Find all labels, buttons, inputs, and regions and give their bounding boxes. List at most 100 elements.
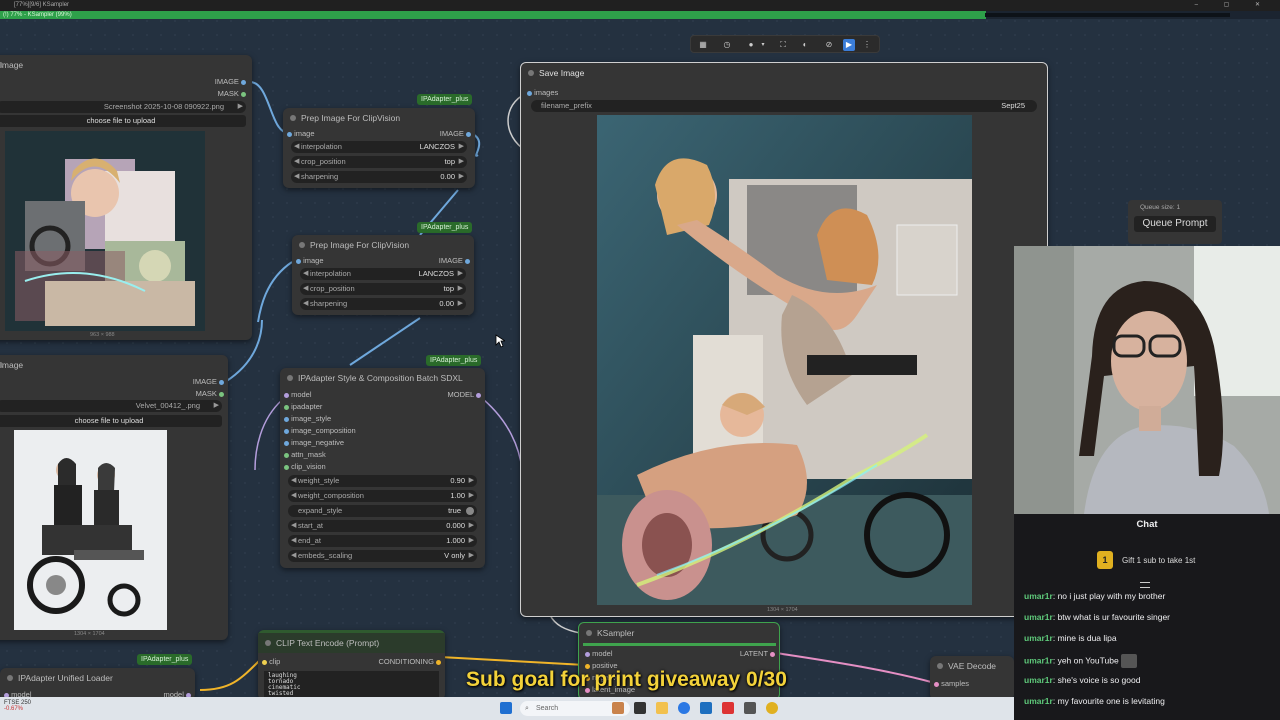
widget-interpolation[interactable]: ◀ interpolation LANCZOS ▶ [300,268,466,280]
arrow-right-icon[interactable]: ▶ [459,141,464,153]
app-icon[interactable] [612,702,624,714]
input-clip[interactable]: clip [262,657,280,666]
arrow-right-icon[interactable]: ▶ [469,550,474,562]
input-model[interactable]: model [585,649,613,658]
input-ipadapter[interactable]: ipadapter [284,402,322,411]
output-mask[interactable]: MASK [196,389,224,398]
input-image-style[interactable]: image_style [284,414,331,423]
arrow-left-icon[interactable]: ◀ [294,156,299,168]
chat-user[interactable]: umar1r [1024,633,1053,643]
arrow-left-icon[interactable]: ◀ [294,171,299,183]
input-images[interactable]: images [527,88,558,97]
output-mask[interactable]: MASK [218,89,246,98]
widget-embeds-scaling[interactable]: ◀ embeds_scaling V only ▶ [288,550,477,562]
load-image-node-1[interactable]: image IMAGE MASK Screenshot 2025-10-08 0… [0,55,252,340]
arrow-right-icon[interactable]: ▶ [214,400,219,412]
arrow-right-icon[interactable]: ▶ [238,101,243,113]
arrow-right-icon[interactable]: ▶ [459,171,464,183]
widget-crop-position[interactable]: ◀ crop_position top ▶ [300,283,466,295]
gift-prompt[interactable]: Gift 1 sub to take 1st [1122,556,1195,565]
file-select[interactable]: Screenshot 2025-10-08 090922.png ▶ [0,101,246,113]
arrow-left-icon[interactable]: ◀ [291,490,296,502]
chat-user[interactable]: umar1r [1024,655,1053,665]
widget-end-at[interactable]: ◀ end_at 1.000 ▶ [288,535,477,547]
arrow-left-icon[interactable]: ◀ [291,550,296,562]
stock-widget[interactable]: FTSE 250 -0.67% [4,700,31,712]
widget-weight-style[interactable]: ◀ weight_style 0.90 ▶ [288,475,477,487]
input-image[interactable]: image [287,129,315,138]
prep-image-node-2[interactable]: Prep Image For ClipVision image IMAGE ◀ i… [292,235,474,315]
calendar-icon[interactable]: ▦ [697,39,709,51]
arrow-right-icon[interactable]: ▶ [459,156,464,168]
input-model[interactable]: model [284,390,312,399]
fit-icon[interactable]: ⛶ [777,39,789,51]
input-image[interactable]: image [296,256,324,265]
block-icon[interactable]: ⊘ [823,39,835,51]
chat-user[interactable]: umar1r [1024,696,1053,706]
output-image[interactable]: IMAGE [439,256,470,265]
input-image-composition[interactable]: image_composition [284,426,356,435]
arrow-right-icon[interactable]: ▶ [469,490,474,502]
chat-user[interactable]: umar1r [1024,675,1053,685]
arrow-left-icon[interactable]: ◀ [291,520,296,532]
arrow-right-icon[interactable]: ▶ [469,475,474,487]
widget-start-at[interactable]: ◀ start_at 0.000 ▶ [288,520,477,532]
input-samples[interactable]: samples [934,679,969,688]
upload-button[interactable]: choose file to upload [0,415,222,427]
toggle-icon[interactable] [466,507,474,515]
output-image[interactable]: IMAGE [193,377,224,386]
scroll-icon[interactable] [1140,582,1150,588]
arrow-left-icon[interactable]: ◀ [303,298,308,310]
clip-text-encode-node[interactable]: CLIP Text Encode (Prompt) clip CONDITION… [258,630,445,700]
output-conditioning[interactable]: CONDITIONING [378,657,441,666]
arrow-left-icon[interactable]: ◀ [294,141,299,153]
edge-icon[interactable] [678,702,690,714]
app-icon[interactable] [744,702,756,714]
chevron-down-icon[interactable]: ▾ [757,39,769,51]
queue-prompt-button[interactable]: Queue Prompt [1134,216,1216,232]
run-icon[interactable]: ▶ [843,39,855,51]
output-model[interactable]: MODEL [448,390,481,399]
chrome-icon[interactable] [766,702,778,714]
arrow-right-icon[interactable]: ▶ [458,298,463,310]
input-attn-mask[interactable]: attn_mask [284,450,326,459]
prompt-textarea[interactable]: laughing tornado cinematic twisted [264,671,439,697]
app-icon[interactable] [634,702,646,714]
chat-user[interactable]: umar1r [1024,591,1053,601]
input-clip-vision[interactable]: clip_vision [284,462,326,471]
ipadapter-unified-loader-node[interactable]: IPAdapter Unified Loader model model [0,668,195,700]
start-icon[interactable] [500,702,512,714]
app-icon[interactable] [700,702,712,714]
widget-weight-composition[interactable]: ◀ weight_composition 1.00 ▶ [288,490,477,502]
save-image-node[interactable]: Save Image images filename_prefix Sept25 [520,62,1048,617]
file-select[interactable]: Velvet_00412_.png ▶ [0,400,222,412]
load-image-node-2[interactable]: image IMAGE MASK Velvet_00412_.png ▶ choo… [0,355,228,640]
prep-image-node-1[interactable]: Prep Image For ClipVision image IMAGE ◀ i… [283,108,475,188]
contrast-icon[interactable]: ◐ [799,39,811,51]
widget-sharpening[interactable]: ◀ sharpening 0.00 ▶ [300,298,466,310]
arrow-left-icon[interactable]: ◀ [291,475,296,487]
arrow-right-icon[interactable]: ▶ [469,520,474,532]
chat-user[interactable]: umar1r [1024,612,1053,622]
arrow-left-icon[interactable]: ◀ [291,535,296,547]
app-icon[interactable] [722,702,734,714]
output-image[interactable]: IMAGE [215,77,246,86]
more-icon[interactable]: ⋮ [861,39,873,51]
filename-prefix-input[interactable]: filename_prefix Sept25 [531,100,1037,112]
output-image[interactable]: IMAGE [440,129,471,138]
vae-decode-node[interactable]: VAE Decode samples [930,656,1014,700]
widget-crop-position[interactable]: ◀ crop_position top ▶ [291,156,467,168]
record-icon[interactable]: ● [745,39,757,51]
input-image-negative[interactable]: image_negative [284,438,344,447]
output-latent[interactable]: LATENT [740,649,775,658]
arrow-right-icon[interactable]: ▶ [469,535,474,547]
arrow-right-icon[interactable]: ▶ [458,268,463,280]
widget-expand-style[interactable]: expand_style true [288,505,477,517]
folder-icon[interactable] [656,702,668,714]
upload-button[interactable]: choose file to upload [0,115,246,127]
window-controls[interactable]: – ▢ ✕ [1195,0,1272,11]
history-icon[interactable]: ◷ [721,39,733,51]
arrow-right-icon[interactable]: ▶ [458,283,463,295]
widget-sharpening[interactable]: ◀ sharpening 0.00 ▶ [291,171,467,183]
widget-interpolation[interactable]: ◀ interpolation LANCZOS ▶ [291,141,467,153]
